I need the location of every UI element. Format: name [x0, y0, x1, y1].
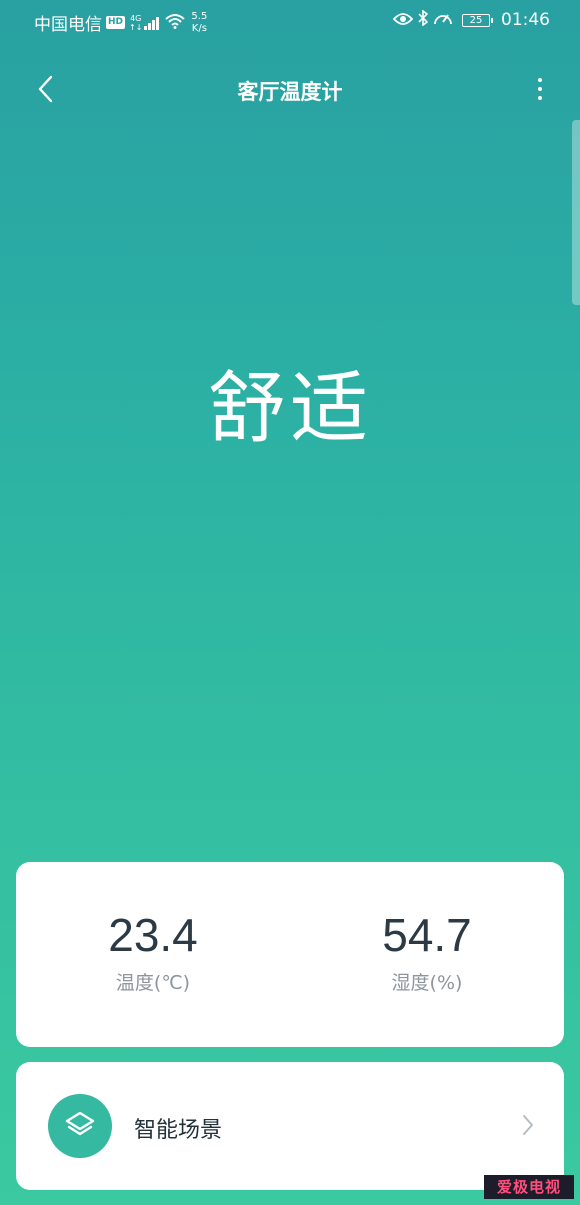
humidity-label: 湿度(%): [391, 972, 463, 994]
scene-icon-circle: [48, 1094, 112, 1158]
readings-card: 23.4 温度(℃) 54.7 湿度(%): [16, 862, 564, 1047]
carrier-name: 中国电信: [34, 15, 102, 35]
network-type-label: 4G: [130, 13, 142, 23]
status-bar-right: 25 01:46: [392, 9, 550, 30]
layers-icon: [65, 1111, 95, 1136]
eye-icon: [392, 11, 414, 30]
scene-label: 智能场景: [134, 1118, 223, 1143]
network-activity: ↑↓: [129, 22, 143, 32]
clock: 01:46: [501, 10, 550, 30]
temperature-reading: 23.4 温度(℃): [16, 908, 290, 995]
speed-value: 5.5: [191, 10, 208, 22]
humidity-reading: 54.7 湿度(%): [290, 908, 564, 995]
battery-icon: 25: [462, 13, 493, 27]
temperature-label: 温度(℃): [115, 972, 191, 994]
chevron-right-icon: [522, 1114, 534, 1140]
scroll-indicator[interactable]: [572, 120, 580, 305]
humidity-value: 54.7: [382, 909, 472, 961]
network-speed: 5.5 K/s: [191, 11, 207, 35]
smart-scene-row[interactable]: 智能场景: [16, 1062, 564, 1190]
more-options-button[interactable]: [530, 74, 550, 104]
comfort-status: 舒适: [207, 364, 372, 454]
bluetooth-icon: [418, 9, 429, 30]
speedometer-icon: [433, 10, 453, 30]
temperature-value: 23.4: [108, 909, 198, 961]
signal-icon: [144, 16, 160, 30]
battery-level: 25: [469, 14, 483, 26]
status-bar: 中国电信 HD 4G ↑↓ 5.5 K/s 25 01:46: [0, 0, 580, 44]
status-bar-left: 中国电信 HD 4G ↑↓ 5.5 K/s: [34, 10, 207, 36]
page-title: 客厅温度计: [237, 80, 343, 104]
title-bar: 客厅温度计: [0, 64, 580, 114]
speed-unit: K/s: [191, 22, 207, 34]
watermark-logo: 爱极电视: [484, 1175, 574, 1199]
hd-badge: HD: [106, 16, 126, 29]
network-type: 4G ↑↓: [129, 14, 142, 32]
more-vertical-icon: [538, 78, 542, 82]
wifi-icon: [165, 13, 186, 33]
